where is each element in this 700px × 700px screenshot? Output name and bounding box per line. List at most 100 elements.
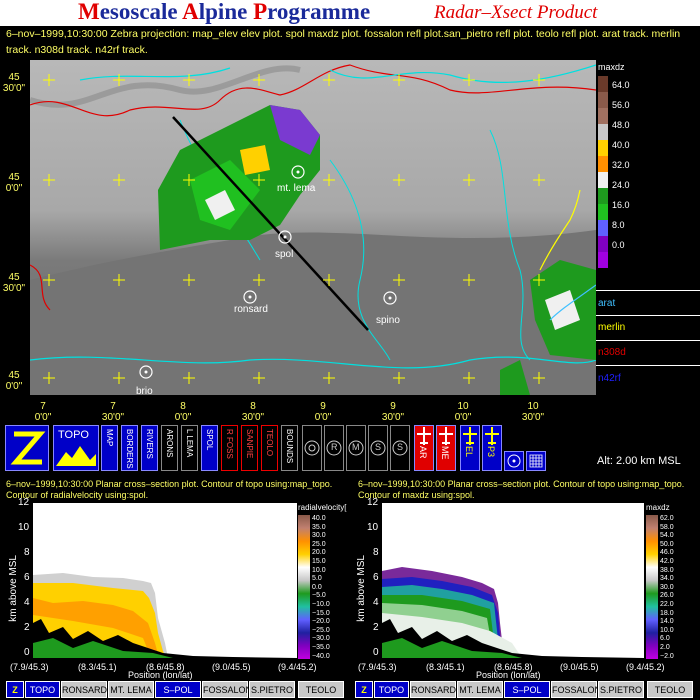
ring-r-button[interactable]: R [324, 425, 344, 471]
left-cross-section-plot[interactable] [33, 503, 297, 658]
lat-label: 45 30'0" [2, 72, 26, 94]
legend-value: 16.0 [612, 200, 630, 210]
x-axis-label: Position (lon/lat) [128, 670, 193, 680]
zebra-icon [10, 431, 46, 465]
radar-map[interactable]: mt. lema spol ronsard spino brio [30, 60, 596, 395]
scale-value: 2.0 [660, 644, 670, 651]
scale-value: 22.0 [660, 601, 674, 608]
rivers-button[interactable]: RIVERS [141, 425, 158, 471]
app-title: Mesoscale Alpine Programme [78, 0, 371, 24]
y-tick: 6 [373, 572, 379, 583]
track-legend-merlin: merlin [598, 322, 626, 333]
lat-label: 45 0'0" [5, 370, 23, 392]
y-tick: 6 [24, 572, 30, 583]
x-tick: (7.9/45.3) [358, 662, 397, 672]
product-subtitle: Radar–Xsect Product [434, 2, 598, 23]
right-plot-colorscale: maxdz 62.0 58.0 54.0 50.0 46.0 42.0 38.0 34.0 30… [646, 503, 674, 660]
aircraft-el-button[interactable]: EL [460, 425, 480, 471]
left-spol-button[interactable]: S–POL [155, 681, 201, 698]
altitude-readout: Alt: 2.00 km MSL [597, 455, 681, 467]
left-plot-ylabel: km above MSL [8, 555, 19, 622]
x-tick: (8.3/45.1) [426, 662, 465, 672]
site-label-mt-lema: mt. lema [277, 183, 316, 194]
legend-value: 64.0 [612, 80, 630, 90]
y-tick: 8 [373, 547, 379, 558]
right-fossalon-button[interactable]: FOSSALON [551, 681, 601, 698]
right-cross-section-plot[interactable] [382, 503, 644, 658]
site-label-spol: spol [275, 249, 293, 260]
left-ronsard-button[interactable]: RONSARD [61, 681, 107, 698]
rings-button[interactable] [302, 425, 322, 471]
lema-overlay-button[interactable]: L LEMA [181, 425, 198, 471]
scale-value: 10.0 [660, 626, 674, 634]
lat-label: 45 30'0" [2, 272, 26, 294]
right-teolo-button[interactable]: TEOLO [647, 681, 693, 698]
y-tick: 12 [18, 497, 30, 508]
grid-button[interactable] [526, 451, 546, 471]
lon-label: 7 30'0" [101, 401, 125, 423]
left-spietro-button[interactable]: S.PIETRO [249, 681, 295, 698]
x-axis-label: Position (lon/lat) [476, 670, 541, 680]
scale-value: 18.0 [660, 609, 674, 617]
aircraft-p3-button[interactable]: P3 [482, 425, 502, 471]
lat-label: 45 0'0" [5, 172, 23, 194]
y-tick: 4 [373, 597, 379, 608]
right-mt-lema-button[interactable]: MT. LEMA [457, 681, 503, 698]
spol-overlay-button[interactable]: SPOL [201, 425, 218, 471]
lon-label: 9 30'0" [381, 401, 405, 423]
left-topo-button[interactable]: TOPO [25, 681, 60, 698]
left-fossalon-button[interactable]: FOSSALON [202, 681, 252, 698]
track-legend-n42rf: n42rf [598, 373, 621, 384]
grid-icon [529, 454, 543, 468]
ring-s1-button[interactable]: S [368, 425, 388, 471]
ring-m-button[interactable]: M [346, 425, 366, 471]
scale-value: −25.0 [312, 626, 330, 634]
y-tick: 0 [373, 647, 379, 658]
ronsard-overlay-button[interactable]: ARONS [161, 425, 178, 471]
track-legend-arat: arat [598, 298, 616, 309]
y-tick: 10 [18, 522, 30, 533]
right-spietro-button[interactable]: S.PIETRO [598, 681, 644, 698]
scale-value: 20.0 [312, 549, 326, 557]
site-label-brio: brio [136, 386, 153, 395]
x-tick: (7.9/45.3) [10, 662, 49, 672]
sanpietro-overlay-button[interactable]: SANPIE [241, 425, 258, 471]
scale-value: −5.0 [312, 592, 326, 600]
right-ronsard-button[interactable]: RONSARD [410, 681, 456, 698]
borders-button[interactable]: BORDERS [121, 425, 138, 471]
aircraft-ar-button[interactable]: AR [414, 425, 434, 471]
map-legend: maxdz 64.0 56.0 48.0 40.0 32.0 24.0 16.0… [596, 60, 700, 395]
legend-value: 32.0 [612, 160, 630, 170]
topo-button[interactable]: TOPO [53, 425, 99, 471]
scale-value: −15.0 [312, 609, 330, 617]
y-tick: 10 [367, 522, 379, 533]
left-mt-lema-button[interactable]: MT. LEMA [108, 681, 154, 698]
site-label-ronsard: ronsard [234, 304, 268, 315]
scale-value: −30.0 [312, 635, 330, 643]
target-button[interactable] [504, 451, 524, 471]
teolo-overlay-button[interactable]: TEOLO [261, 425, 278, 471]
scale-value: 15.0 [312, 558, 326, 565]
x-tick: (9.0/45.5) [560, 662, 599, 672]
zebra-logo-button[interactable] [5, 425, 49, 471]
scale-value: −35.0 [312, 644, 330, 651]
scale-value: 5.0 [312, 575, 322, 583]
map-button[interactable]: MAP [101, 425, 118, 471]
ring-s2-button[interactable]: S [390, 425, 410, 471]
bounds-button[interactable]: BOUNDS [281, 425, 298, 471]
scale-value: 0.0 [312, 583, 322, 591]
left-zebra-button[interactable]: Z [6, 681, 24, 698]
legend-colorbar [598, 76, 608, 268]
legend-value: 0.0 [612, 240, 625, 250]
legend-value: 24.0 [612, 180, 630, 190]
aircraft-me-button[interactable]: ME [436, 425, 456, 471]
scale-value: 14.0 [660, 618, 674, 626]
target-icon [507, 454, 521, 468]
right-zebra-button[interactable]: Z [355, 681, 373, 698]
scale-value: 50.0 [660, 540, 674, 548]
right-topo-button[interactable]: TOPO [374, 681, 409, 698]
fossalon-overlay-button[interactable]: R FOSS [221, 425, 238, 471]
left-teolo-button[interactable]: TEOLO [298, 681, 344, 698]
right-spol-button[interactable]: S–POL [504, 681, 550, 698]
airplane-icon [463, 427, 477, 445]
